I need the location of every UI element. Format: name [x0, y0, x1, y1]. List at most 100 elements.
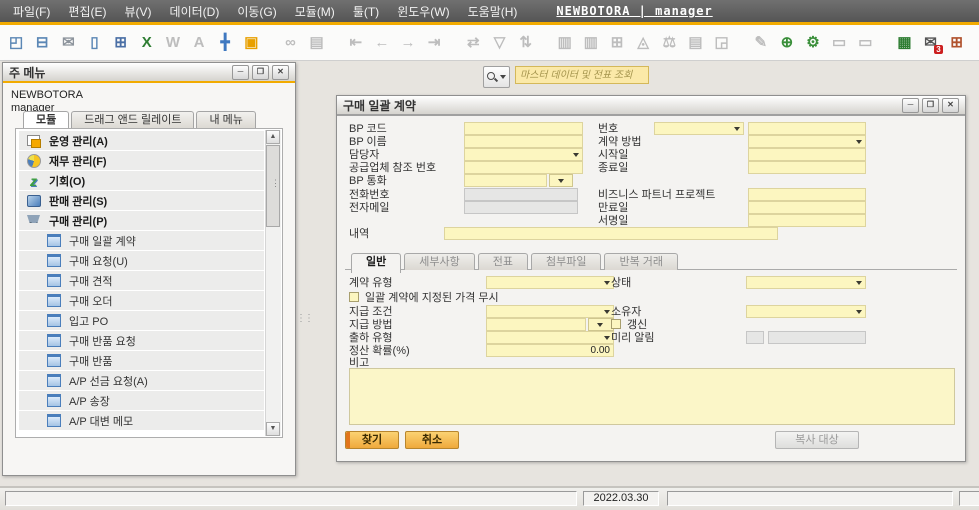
tree-item[interactable]: 구매 요청(U) — [19, 251, 264, 270]
payment-wizard-icon[interactable]: ⊞ — [607, 32, 627, 54]
menubar-item[interactable]: 모듈(M) — [286, 3, 344, 20]
previous-record-icon[interactable]: ← — [372, 32, 392, 54]
main-menu-titlebar[interactable]: 주 메뉴 — [3, 63, 295, 83]
print-preview-icon[interactable]: ◰ — [6, 32, 26, 54]
close-icon[interactable] — [942, 98, 959, 113]
last-record-icon[interactable]: ⇥ — [424, 32, 444, 54]
status-dropdown[interactable] — [746, 276, 866, 289]
tree-item[interactable]: 구매 견적 — [19, 271, 264, 290]
collaboration-icon[interactable]: ▭ — [855, 32, 875, 54]
tree-item[interactable]: 재무 관리(F) — [19, 151, 264, 170]
first-record-icon[interactable]: ⇤ — [346, 32, 366, 54]
bp-currency-dropdown-button[interactable] — [549, 174, 573, 187]
window-resize-grip[interactable]: ⋮⋮ — [296, 313, 312, 324]
agreement-type-dropdown[interactable] — [486, 276, 614, 289]
ignore-prices-checkbox[interactable] — [349, 292, 359, 302]
base-document-icon[interactable]: ▥ — [555, 32, 575, 54]
search-button[interactable] — [483, 66, 510, 88]
menu-tab[interactable]: 드래그 앤드 릴레이트 — [71, 111, 194, 128]
fax-icon[interactable]: ⊞ — [111, 32, 131, 54]
sms-icon[interactable]: ▯ — [84, 32, 104, 54]
termination-date-field[interactable] — [748, 201, 866, 214]
menubar-item[interactable]: 도움말(H) — [459, 3, 527, 20]
tree-item[interactable]: 입고 PO — [19, 311, 264, 330]
export-excel-icon[interactable]: X — [137, 32, 157, 54]
tree-item[interactable]: A/P 선금 요청(A) — [19, 371, 264, 390]
settlement-probability-field[interactable]: 0.00 — [486, 344, 614, 357]
print-icon[interactable]: ⊟ — [32, 32, 52, 54]
menubar-item[interactable]: 뷰(V) — [115, 3, 160, 20]
payment-terms-dropdown[interactable] — [486, 305, 614, 318]
list-display-icon[interactable]: ▤ — [307, 32, 327, 54]
minimize-icon[interactable] — [902, 98, 919, 113]
form-tab[interactable]: 반복 거래 — [604, 253, 678, 270]
bp-project-field[interactable] — [748, 188, 866, 201]
sort-table-icon[interactable]: ⇅ — [516, 32, 536, 54]
form-tab[interactable]: 일반 — [351, 253, 401, 273]
shipping-type-dropdown[interactable] — [486, 331, 614, 344]
find-button[interactable]: 찾기 — [345, 431, 399, 449]
maximize-icon[interactable] — [252, 65, 269, 80]
remarks-textarea[interactable] — [349, 368, 955, 425]
scroll-up-icon[interactable]: ▲ — [266, 130, 280, 144]
tree-item[interactable]: 구매 반품 — [19, 351, 264, 370]
menubar-item[interactable]: 윈도우(W) — [388, 3, 458, 20]
export-word-icon[interactable]: W — [163, 32, 183, 54]
signing-date-field[interactable] — [748, 214, 866, 227]
tree-item[interactable]: 기회(O) — [19, 171, 264, 190]
start-date-field[interactable] — [748, 148, 866, 161]
lock-screen-icon[interactable]: ▣ — [241, 32, 261, 54]
menubar-item[interactable]: 파일(F) — [4, 3, 59, 20]
owner-dropdown[interactable] — [746, 305, 866, 318]
menubar-item[interactable]: 툴(T) — [344, 3, 388, 20]
number-field[interactable] — [748, 122, 866, 135]
tree-item[interactable]: 운영 관리(A) — [19, 131, 264, 150]
transaction-journal-icon[interactable]: ◲ — [712, 32, 732, 54]
menubar-item[interactable]: 이동(G) — [228, 3, 285, 20]
form-tab[interactable]: 전표 — [478, 253, 528, 270]
minimize-icon[interactable] — [232, 65, 249, 80]
contact-person-dropdown[interactable] — [464, 148, 583, 161]
maximize-icon[interactable] — [922, 98, 939, 113]
form-settings-icon[interactable]: ⊕ — [777, 32, 797, 54]
tree-item[interactable]: A/P 대변 메모 — [19, 411, 264, 430]
form-titlebar[interactable]: 구매 일괄 계약 — [337, 96, 965, 116]
payment-method-field[interactable] — [486, 318, 586, 331]
scrollbar-thumb[interactable] — [266, 145, 280, 227]
form-tab[interactable]: 세부사항 — [404, 253, 474, 270]
cancel-button[interactable]: 취소 — [405, 431, 459, 449]
close-icon[interactable] — [272, 65, 289, 80]
edit-document-icon[interactable]: ✎ — [751, 32, 771, 54]
chat-icon[interactable]: ▭ — [829, 32, 849, 54]
launch-application-icon[interactable]: ╋ — [215, 32, 235, 54]
tree-scrollbar[interactable]: ▲ ▼ — [265, 130, 281, 436]
global-search-input[interactable] — [515, 66, 649, 84]
calculator-icon[interactable]: ⊞ — [947, 32, 967, 54]
tree-item[interactable]: A/P 송장 — [19, 391, 264, 410]
number-series-dropdown[interactable] — [654, 122, 744, 135]
copy-to-button[interactable]: 복사 대상 — [775, 431, 859, 449]
next-record-icon[interactable]: → — [398, 32, 418, 54]
agreement-method-dropdown[interactable] — [748, 135, 866, 148]
description-field[interactable] — [444, 227, 778, 240]
find-icon[interactable]: ∞ — [280, 32, 300, 54]
tree-item[interactable]: 구매 오더 — [19, 291, 264, 310]
refresh-record-icon[interactable]: ⇄ — [463, 32, 483, 54]
tree-item[interactable]: 구매 반품 요청 — [19, 331, 264, 350]
export-pdf-icon[interactable]: A — [189, 32, 209, 54]
volume-weight-icon[interactable]: ⚖ — [659, 32, 679, 54]
tree-item[interactable]: 구매 일괄 계약 — [19, 231, 264, 250]
settings-wrench-icon[interactable]: ⚙ — [803, 32, 823, 54]
menu-tab[interactable]: 모듈 — [23, 111, 69, 128]
scroll-down-icon[interactable]: ▼ — [266, 422, 280, 436]
menubar-item[interactable]: 데이터(D) — [161, 3, 229, 20]
target-document-icon[interactable]: ▥ — [581, 32, 601, 54]
email-icon[interactable]: ✉ — [58, 32, 78, 54]
bp-name-field[interactable] — [464, 135, 583, 148]
checklist-icon[interactable]: ▦ — [894, 32, 914, 54]
end-date-field[interactable] — [748, 161, 866, 174]
renewal-checkbox[interactable] — [611, 319, 621, 329]
filter-table-icon[interactable]: ▽ — [489, 32, 509, 54]
bp-code-field[interactable] — [464, 122, 583, 135]
tree-item[interactable]: 판매 관리(S) — [19, 191, 264, 210]
